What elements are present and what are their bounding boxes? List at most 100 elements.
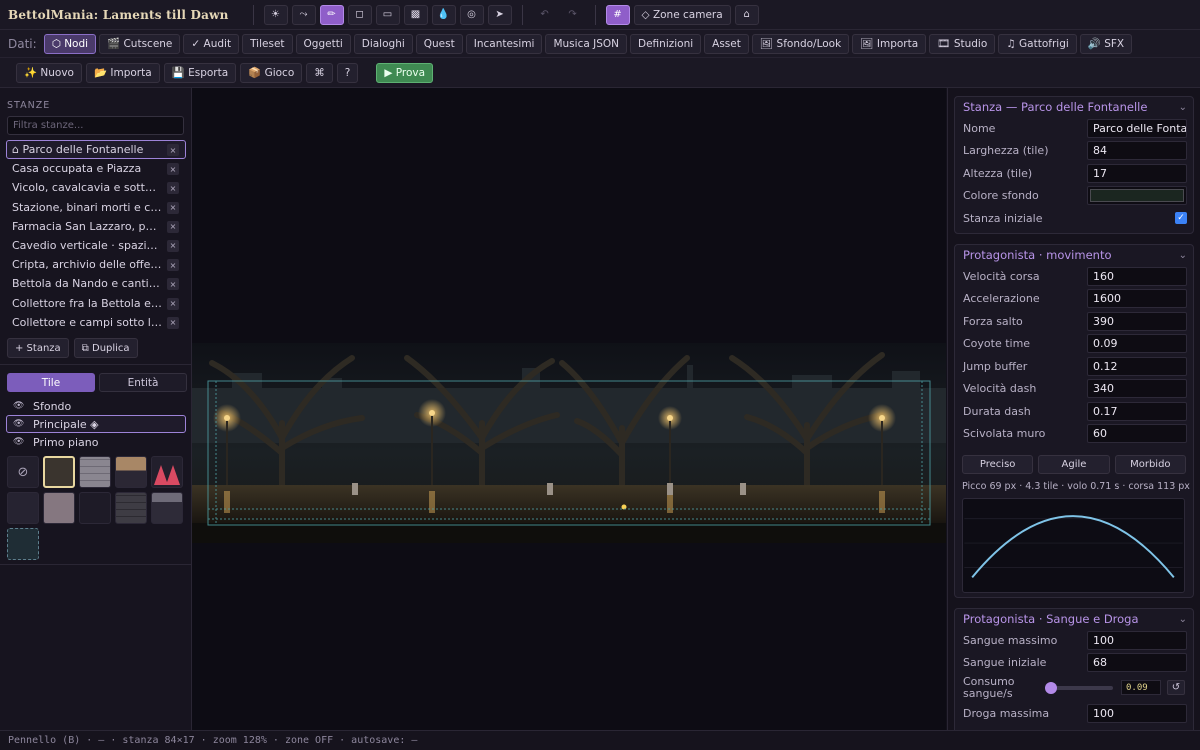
acceleration-field[interactable]: 1600 xyxy=(1087,289,1187,309)
path-tool-icon[interactable]: ⤳ xyxy=(291,4,316,25)
dark-tile[interactable] xyxy=(79,492,111,524)
initial-blood-field[interactable]: 68 xyxy=(1087,653,1187,673)
tab-nodi[interactable]: ⬡ Nodi xyxy=(43,33,97,54)
eye-icon[interactable]: 👁 xyxy=(13,401,33,411)
eye-icon[interactable]: 👁 xyxy=(13,419,33,429)
initial-room-checkbox[interactable]: ✓ xyxy=(1175,212,1187,225)
tab-incantesimi[interactable]: Incantesimi xyxy=(465,33,543,54)
zone-camera-button[interactable]: ◇ Zone camera xyxy=(633,4,731,25)
bucket-tool-icon[interactable]: 💧 xyxy=(431,4,456,25)
tab-cutscene[interactable]: 🎬 Cutscene xyxy=(99,33,181,54)
export-button[interactable]: 💾 Esporta xyxy=(163,62,237,83)
room-item[interactable]: Farmacia San Lazzaro, parcheggio × xyxy=(6,217,186,236)
room-item[interactable]: Collettore e campi sotto la città × xyxy=(6,313,186,332)
sun-tool-icon[interactable]: ☀ xyxy=(263,4,288,25)
delete-room-icon[interactable]: × xyxy=(167,163,179,176)
room-section-title[interactable]: Stanza — Parco delle Fontanelle ⌄ xyxy=(955,97,1193,117)
dark-brick-tile[interactable] xyxy=(115,492,147,524)
room-item[interactable]: Casa occupata e Piazza × xyxy=(6,159,186,178)
redo-icon[interactable]: ↷ xyxy=(561,5,585,25)
dash-speed-field[interactable]: 340 xyxy=(1087,379,1187,399)
eye-icon[interactable]: 👁 xyxy=(13,437,33,447)
room-name-field[interactable]: Parco delle Fontanelle xyxy=(1087,118,1187,138)
tab-sfondo-look[interactable]: 🖼 Sfondo/Look xyxy=(751,33,850,54)
jump-buffer-field[interactable]: 0.12 xyxy=(1087,356,1187,376)
level-canvas[interactable] xyxy=(192,88,946,730)
room-filter-input[interactable] xyxy=(7,116,184,135)
empty-tile[interactable] xyxy=(7,492,39,524)
delete-room-icon[interactable]: × xyxy=(167,239,179,252)
drain-slider-knob[interactable] xyxy=(1045,682,1057,694)
help-button[interactable]: ? xyxy=(336,62,359,83)
home-icon[interactable]: ⌂ xyxy=(734,4,759,25)
room-item[interactable]: Vicolo, cavalcavia e sottopassaggio × xyxy=(6,178,186,197)
tab-importa[interactable]: 🖼 Importa xyxy=(852,33,927,54)
spike-tile[interactable] xyxy=(151,456,183,488)
tab-sfx[interactable]: 🔊 SFX xyxy=(1079,33,1133,54)
tab-asset[interactable]: Asset xyxy=(704,33,749,54)
tab-quest[interactable]: Quest xyxy=(415,33,463,54)
command-button[interactable]: ⌘ xyxy=(306,62,333,83)
tab-musica-json[interactable]: Musica JSON xyxy=(545,33,627,54)
tab-gattofrigi[interactable]: ♫ Gattofrigi xyxy=(998,33,1077,54)
import-button[interactable]: 📂 Importa xyxy=(85,62,160,83)
room-item[interactable]: Cripta, archivio delle offerte × xyxy=(6,255,186,274)
square-tool-icon[interactable]: ◻ xyxy=(347,4,372,25)
layer-item[interactable]: 👁 Sfondo xyxy=(6,397,186,415)
room-item[interactable]: Stazione, binari morti e capannone × xyxy=(6,198,186,217)
delete-room-icon[interactable]: × xyxy=(167,220,179,233)
layer-item[interactable]: 👁 Principale ◈ xyxy=(6,415,186,433)
circle-tool-icon[interactable]: ◎ xyxy=(459,4,484,25)
room-item[interactable]: ⌂ Parco delle Fontanelle × xyxy=(6,140,186,160)
room-item[interactable]: Collettore fra la Bettola e il fiume × xyxy=(6,294,186,313)
brush-tool-icon[interactable]: ✏ xyxy=(319,4,344,25)
delete-room-icon[interactable]: × xyxy=(167,278,179,291)
tab-entita[interactable]: Entità xyxy=(99,373,187,392)
erase-tile[interactable]: ⊘ xyxy=(7,456,39,488)
dash-duration-field[interactable]: 0.17 xyxy=(1087,401,1187,421)
delete-room-icon[interactable]: × xyxy=(167,259,179,272)
delete-room-icon[interactable]: × xyxy=(167,182,179,195)
preset-preciso-button[interactable]: Preciso xyxy=(962,455,1034,474)
fill-rect-tool-icon[interactable]: ▩ xyxy=(403,4,428,25)
wall-slide-field[interactable]: 60 xyxy=(1087,424,1187,444)
room-item[interactable]: Cavedio verticale · spazio tra i palazzi… xyxy=(6,236,186,255)
movement-section-title[interactable]: Protagonista · movimento ⌄ xyxy=(955,245,1193,265)
tab-studio[interactable]: 🎞 Studio xyxy=(929,33,996,54)
tab-oggetti[interactable]: Oggetti xyxy=(295,33,351,54)
stone-brick-tile[interactable] xyxy=(79,456,111,488)
undo-icon[interactable]: ↶ xyxy=(533,5,557,25)
tab-tileset[interactable]: Tileset xyxy=(242,33,293,54)
delete-room-icon[interactable]: × xyxy=(167,144,179,156)
grid-toggle-icon[interactable]: # xyxy=(605,4,630,25)
blood-section-title[interactable]: Protagonista · Sangue e Droga ⌄ xyxy=(955,609,1193,629)
mauve-stone-tile[interactable] xyxy=(43,492,75,524)
max-blood-field[interactable]: 100 xyxy=(1087,630,1187,650)
delete-room-icon[interactable]: × xyxy=(167,297,179,310)
room-width-field[interactable]: 84 xyxy=(1087,141,1187,161)
preset-morbido-button[interactable]: Morbido xyxy=(1114,455,1186,474)
tab-dialoghi[interactable]: Dialoghi xyxy=(353,33,413,54)
bg-color-swatch[interactable] xyxy=(1087,186,1187,206)
zone-tile[interactable] xyxy=(7,528,39,560)
tab-audit[interactable]: ✓ Audit xyxy=(183,33,240,54)
max-drug-field[interactable]: 100 xyxy=(1087,703,1187,723)
ledge-tile[interactable] xyxy=(151,492,183,524)
run-speed-field[interactable]: 160 xyxy=(1087,266,1187,286)
dark-earth-tile[interactable] xyxy=(43,456,75,488)
new-button[interactable]: ✨ Nuovo xyxy=(16,62,82,83)
play-test-button[interactable]: ▶ Prova xyxy=(376,62,434,83)
game-button[interactable]: 📦 Gioco xyxy=(240,62,303,83)
tab-definizioni[interactable]: Definizioni xyxy=(630,33,702,54)
wood-plank-tile[interactable] xyxy=(115,456,147,488)
jump-force-field[interactable]: 390 xyxy=(1087,311,1187,331)
delete-room-icon[interactable]: × xyxy=(167,316,179,329)
reset-icon[interactable]: ↺ xyxy=(1167,680,1185,695)
coyote-time-field[interactable]: 0.09 xyxy=(1087,334,1187,354)
tab-tile[interactable]: Tile xyxy=(7,373,95,392)
duplicate-room-button[interactable]: ⧉ Duplica xyxy=(73,338,138,358)
drain-value[interactable]: 0.09 xyxy=(1121,680,1161,695)
room-height-field[interactable]: 17 xyxy=(1087,163,1187,183)
rect-tool-icon[interactable]: ▭ xyxy=(375,4,400,25)
pointer-tool-icon[interactable]: ➤ xyxy=(487,4,512,25)
